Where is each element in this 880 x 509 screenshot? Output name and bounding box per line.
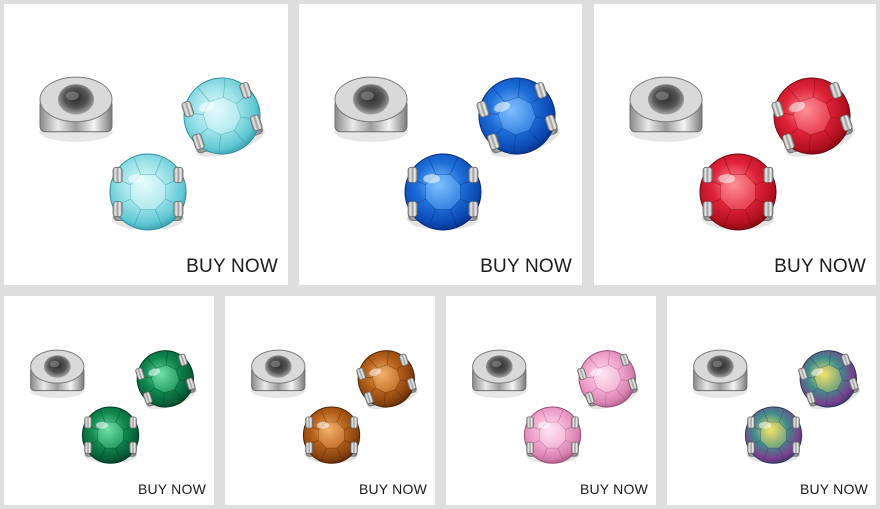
crystal-front-view — [302, 406, 361, 464]
setting-back-view — [39, 76, 113, 142]
setting-back-view — [334, 76, 408, 142]
setting-back-view — [251, 349, 306, 399]
buy-now-button[interactable]: BUY NOW — [772, 255, 868, 279]
crystal-photo — [30, 349, 197, 464]
crystal-photo — [472, 349, 639, 464]
setting-back-view — [693, 349, 748, 399]
crystal-side-view — [798, 350, 860, 410]
crystal-side-view — [476, 77, 560, 157]
crystal-photo — [334, 76, 560, 231]
crystal-front-view — [404, 153, 482, 231]
buy-now-button[interactable]: BUY NOW — [478, 255, 574, 279]
product-tile-sapphire-blue[interactable]: BUY NOW — [299, 4, 582, 285]
crystal-photo — [251, 349, 418, 464]
crystal-photo — [629, 76, 855, 231]
buy-now-button[interactable]: BUY NOW — [184, 255, 280, 279]
crystal-front-view — [109, 153, 187, 231]
setting-back-view — [472, 349, 527, 399]
crystal-side-view — [771, 77, 855, 157]
product-tile-vitrail-rainbow[interactable]: BUY NOW — [667, 296, 876, 505]
crystal-photo — [693, 349, 860, 464]
product-tile-ruby-red[interactable]: BUY NOW — [594, 4, 876, 285]
crystal-side-view — [577, 350, 639, 410]
buy-now-button[interactable]: BUY NOW — [577, 480, 650, 498]
crystal-front-view — [744, 406, 803, 464]
buy-now-button[interactable]: BUY NOW — [356, 480, 429, 498]
crystal-side-view — [356, 350, 418, 410]
setting-back-view — [30, 349, 85, 399]
product-tile-light-rose[interactable]: BUY NOW — [446, 296, 656, 505]
crystal-side-view — [135, 350, 197, 410]
buy-now-button[interactable]: BUY NOW — [797, 480, 870, 498]
product-tile-light-aqua[interactable]: BUY NOW — [4, 4, 288, 285]
crystal-front-view — [699, 153, 777, 231]
crystal-front-view — [81, 406, 140, 464]
product-tile-emerald-green[interactable]: BUY NOW — [4, 296, 214, 505]
crystal-photo — [39, 76, 265, 231]
crystal-side-view — [181, 77, 265, 157]
setting-back-view — [629, 76, 703, 142]
buy-now-button[interactable]: BUY NOW — [135, 480, 208, 498]
product-tile-smoked-topaz[interactable]: BUY NOW — [225, 296, 435, 505]
crystal-front-view — [523, 406, 582, 464]
